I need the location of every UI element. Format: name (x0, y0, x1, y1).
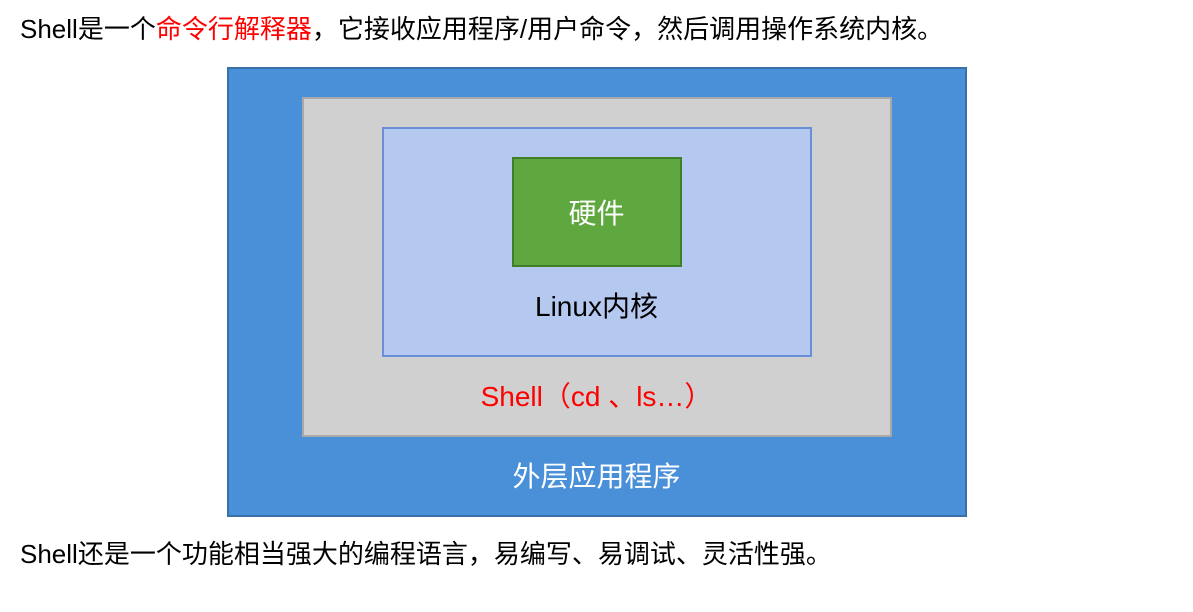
intro-prefix: Shell是一个 (20, 14, 156, 44)
layer-hardware: 硬件 (512, 157, 682, 267)
intro-suffix: ，它接收应用程序/用户命令，然后调用操作系统内核。 (312, 14, 943, 44)
intro-sentence: Shell是一个命令行解释器，它接收应用程序/用户命令，然后调用操作系统内核。 (20, 10, 1173, 49)
layer-outer-apps: 硬件 Linux内核 Shell（cd 、ls…） 外层应用程序 (227, 67, 967, 517)
layer-shell: 硬件 Linux内核 Shell（cd 、ls…） (302, 97, 892, 437)
hardware-label: 硬件 (568, 192, 624, 232)
intro-highlight: 命令行解释器 (156, 14, 312, 44)
outer-apps-label: 外层应用程序 (512, 455, 680, 495)
closing-sentence: Shell还是一个功能相当强大的编程语言，易编写、易调试、灵活性强。 (20, 535, 1173, 574)
layer-kernel: 硬件 Linux内核 (382, 127, 812, 357)
shell-label: Shell（cd 、ls…） (481, 375, 713, 415)
architecture-diagram: 硬件 Linux内核 Shell（cd 、ls…） 外层应用程序 (20, 67, 1173, 517)
kernel-label: Linux内核 (535, 285, 658, 325)
